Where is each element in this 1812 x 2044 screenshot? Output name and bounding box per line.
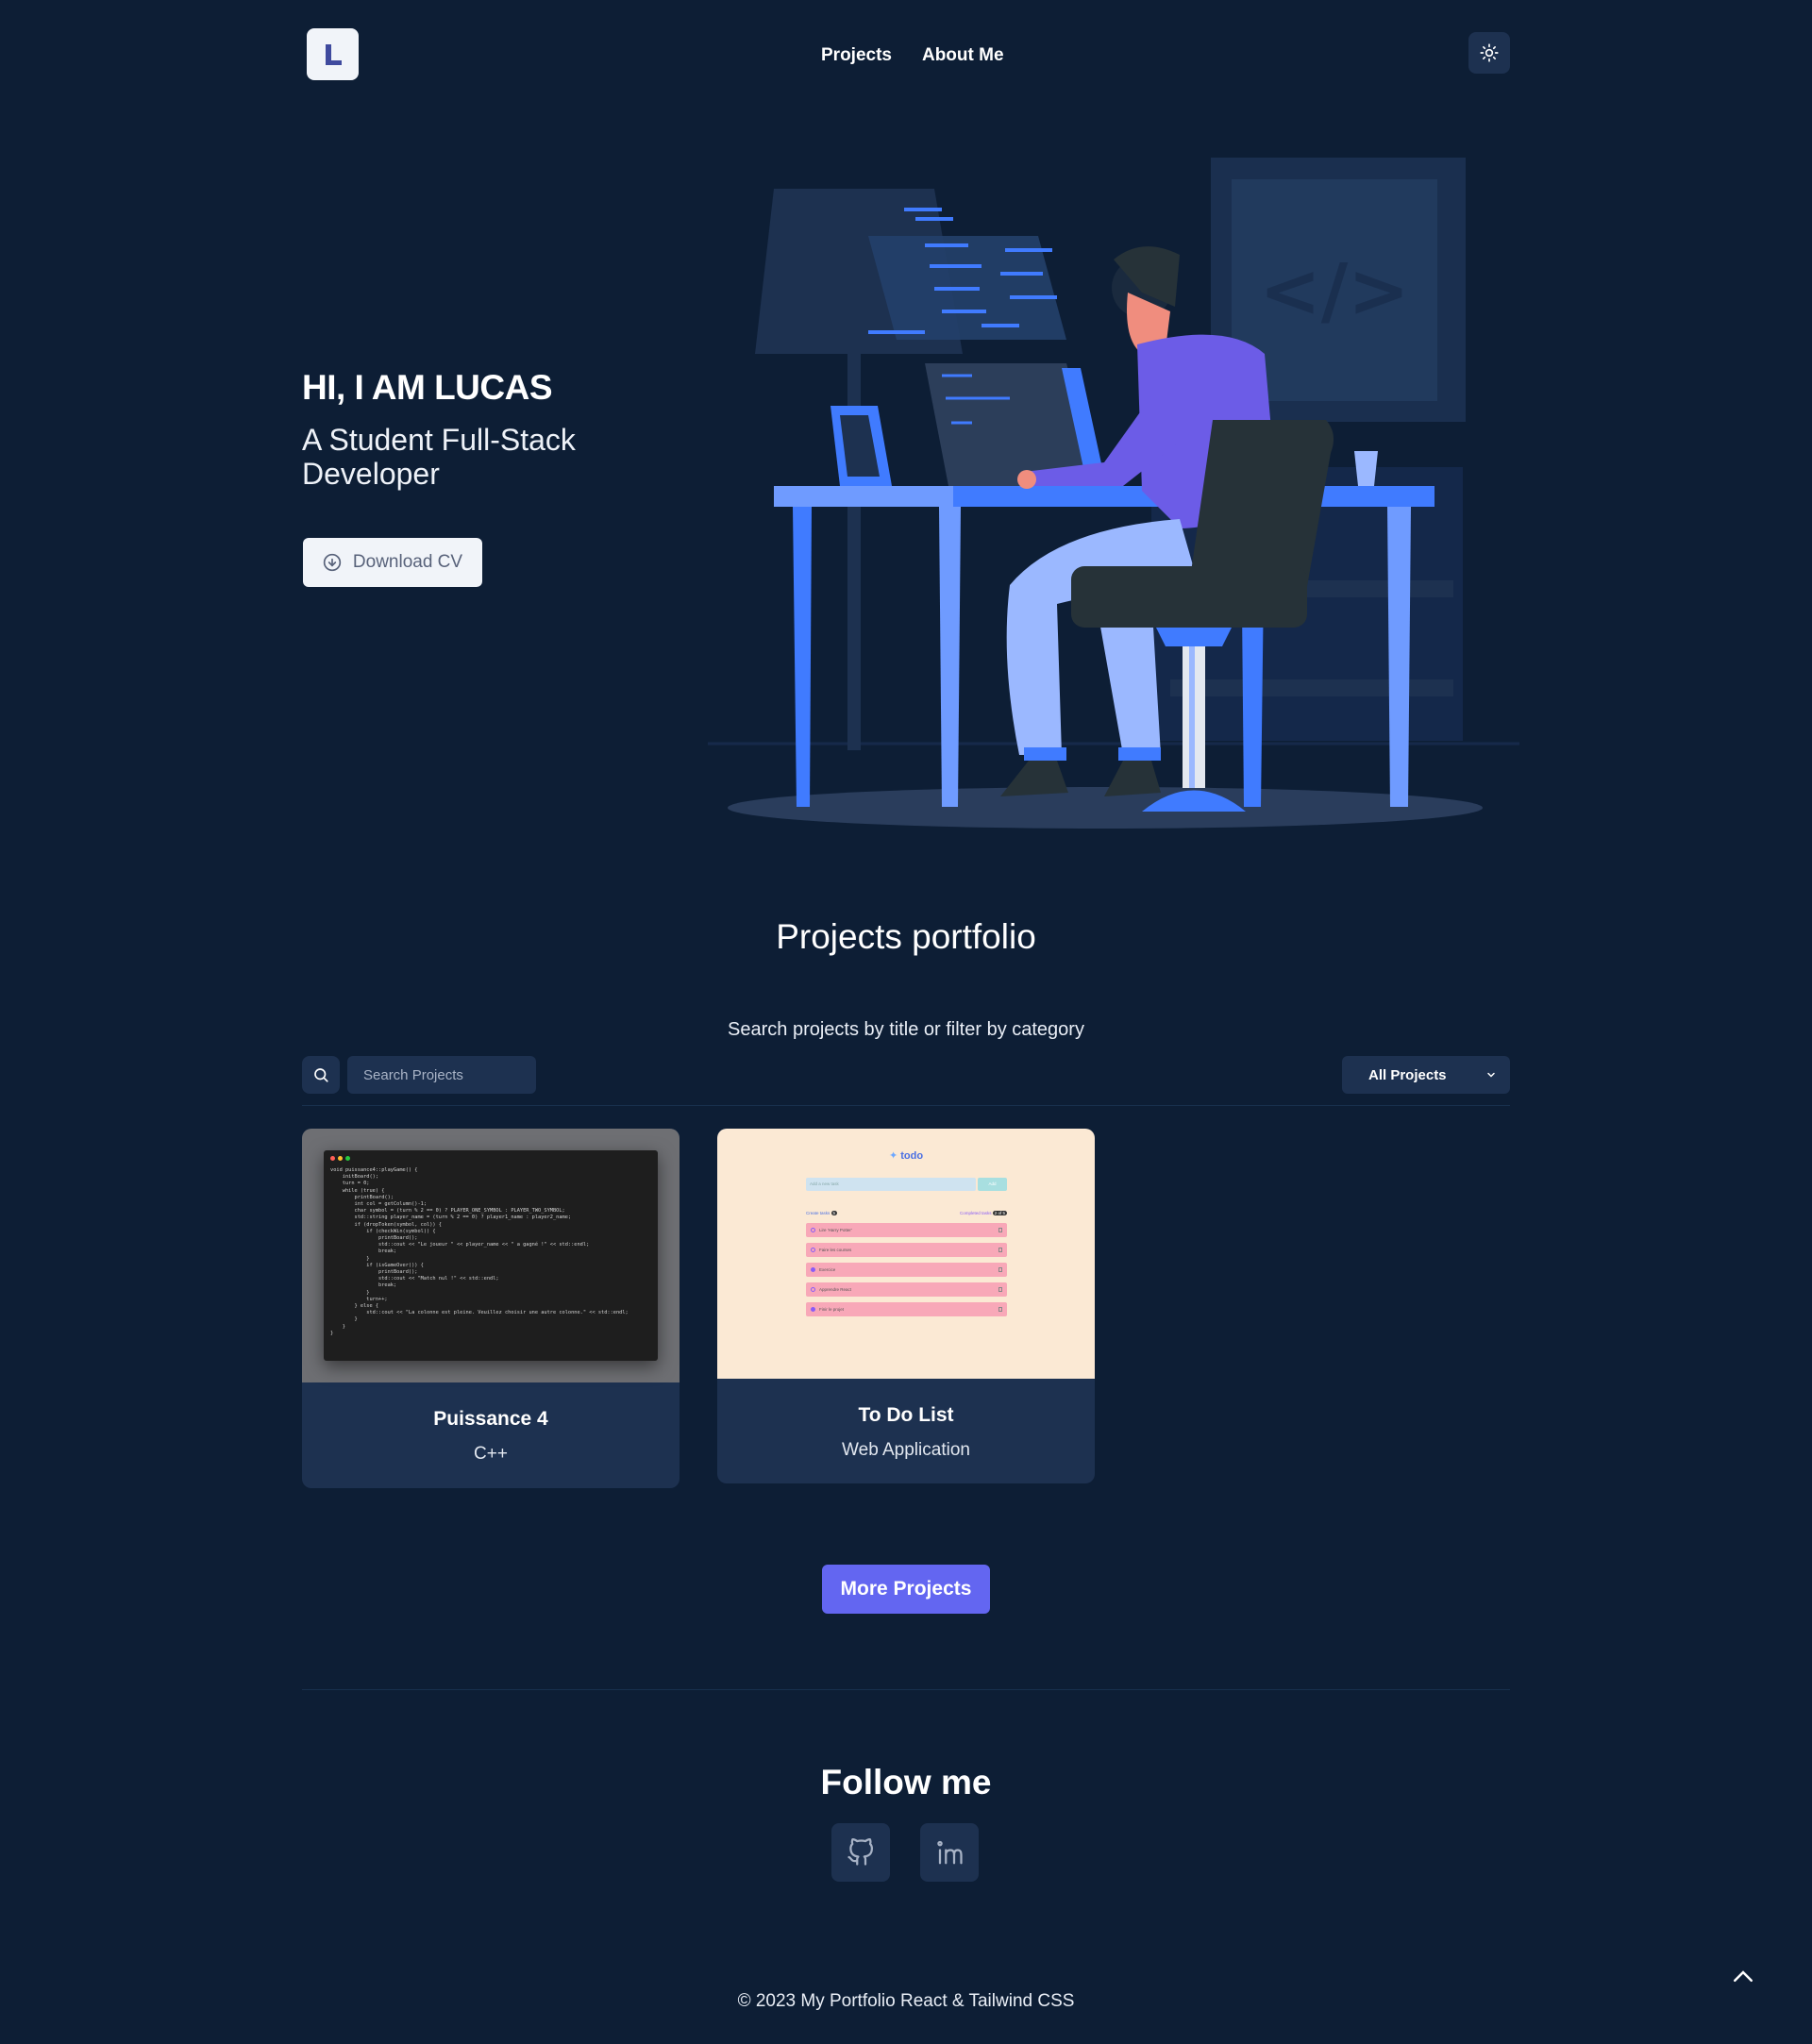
follow-me-title: Follow me: [820, 1763, 992, 1801]
download-cv-label: Download CV: [352, 552, 463, 572]
task-checkbox-icon: [811, 1287, 815, 1292]
trash-icon: [998, 1228, 1002, 1232]
code-line: break;: [330, 1248, 397, 1255]
projects-section-title: Projects portfolio: [776, 917, 1036, 956]
project-thumbnail: ✦ todo Add a new task Add Create tasks 5…: [717, 1129, 1095, 1379]
project-title: Puissance 4: [433, 1408, 548, 1430]
category-filter-select[interactable]: All Projects: [1342, 1056, 1510, 1094]
developer-illustration: </>: [708, 158, 1519, 829]
code-line: int col = getColumn()-1;: [330, 1201, 428, 1208]
project-card-puissance-4[interactable]: void puissance4::playGame() { initBoard(…: [302, 1129, 680, 1488]
code-line: turn = 0;: [330, 1181, 370, 1187]
footer-copyright: © 2023 My Portfolio React & Tailwind CSS: [737, 1991, 1075, 2011]
todo-task-item: Faire les courses: [806, 1243, 1007, 1257]
hero-title: HI, I AM LUCAS: [302, 368, 553, 407]
search-icon: [314, 1068, 328, 1082]
github-link[interactable]: [831, 1823, 890, 1882]
project-thumbnail: void puissance4::playGame() { initBoard(…: [302, 1129, 680, 1382]
nav-projects[interactable]: Projects: [821, 45, 892, 66]
todo-task-item: Finir le projet: [806, 1302, 1007, 1316]
divider: [302, 1689, 1510, 1690]
project-title: To Do List: [858, 1404, 954, 1426]
task-checkbox-icon: [811, 1248, 815, 1252]
task-checkbox-icon: [811, 1307, 815, 1312]
sun-icon: [1480, 43, 1499, 62]
code-line: while (true) {: [330, 1187, 385, 1194]
code-line: std::string player_name = (turn % 2 == 0…: [330, 1215, 572, 1221]
code-line: break;: [330, 1282, 397, 1289]
projects-description: Search projects by title or filter by ca…: [728, 1019, 1084, 1040]
todo-created-label: Create tasks 5: [806, 1211, 838, 1215]
scroll-to-top-button[interactable]: [1729, 1963, 1757, 1991]
code-line: initBoard();: [330, 1174, 379, 1181]
nav-about-me[interactable]: About Me: [922, 45, 1004, 66]
code-line: turn++;: [330, 1296, 388, 1302]
more-projects-button[interactable]: More Projects: [822, 1565, 990, 1614]
code-line: std::cout << "Match nul !" << std::endl;: [330, 1276, 499, 1282]
chevron-up-icon: [1734, 1970, 1753, 1982]
code-line: if (checkWin(symbol)) {: [330, 1228, 436, 1234]
todo-task-item: Lire 'Harry Potter': [806, 1223, 1007, 1237]
todo-task-list: Lire 'Harry Potter' Faire les courses Exer…: [806, 1223, 1007, 1322]
search-button[interactable]: [302, 1056, 340, 1094]
task-checkbox-icon: [811, 1267, 815, 1272]
download-cv-button[interactable]: Download CV: [303, 538, 482, 587]
window-controls: [330, 1156, 651, 1161]
project-category: C++: [474, 1444, 508, 1464]
trash-icon: [998, 1248, 1002, 1252]
trash-icon: [998, 1267, 1002, 1272]
hero-subtitle: A Student Full-Stack Developer: [302, 423, 576, 491]
linkedin-link[interactable]: [920, 1823, 979, 1882]
arrow-down-circle-icon: [323, 553, 342, 572]
trash-icon: [998, 1287, 1002, 1292]
project-category: Web Application: [842, 1440, 970, 1460]
logo[interactable]: [307, 28, 359, 80]
trash-icon: [998, 1307, 1002, 1312]
code-line: }: [330, 1323, 345, 1330]
task-checkbox-icon: [811, 1228, 815, 1232]
code-listing: void puissance4::playGame() { initBoard(…: [330, 1167, 651, 1337]
code-line: printBoard();: [330, 1194, 394, 1200]
code-symbol-text: </>: [1259, 249, 1409, 334]
code-line: std::cout << "La colonne est pleine. Veu…: [330, 1310, 629, 1316]
code-line: }: [330, 1330, 334, 1336]
github-icon: [847, 1838, 873, 1866]
task-label: Finir le projet: [819, 1307, 845, 1312]
search-input[interactable]: [347, 1056, 536, 1094]
code-window: void puissance4::playGame() { initBoard(…: [324, 1150, 658, 1361]
code-line: char symbol = (turn % 2 == 0) ? PLAYER_O…: [330, 1208, 565, 1215]
todo-completed-label: Completed tasks 2 of 5: [959, 1211, 1007, 1215]
logo-letter-icon: [325, 43, 342, 65]
theme-toggle-button[interactable]: [1468, 32, 1510, 74]
code-line: void puissance4::playGame() {: [330, 1167, 418, 1173]
todo-task-item: Apprendre React: [806, 1282, 1007, 1297]
todo-task-item: Exercice: [806, 1263, 1007, 1277]
todo-input: Add a new task: [806, 1178, 976, 1191]
code-line: }: [330, 1316, 358, 1323]
linkedin-icon: [937, 1840, 963, 1865]
main-nav: Projects About Me: [821, 45, 1004, 66]
chevron-down-icon: [1487, 1072, 1495, 1078]
todo-add-button: Add: [978, 1178, 1007, 1191]
todo-app-name: ✦ todo: [888, 1150, 924, 1162]
code-line: printBoard();: [330, 1269, 418, 1276]
task-label: Faire les courses: [819, 1248, 852, 1252]
code-line: }: [330, 1289, 370, 1296]
task-label: Lire 'Harry Potter': [819, 1228, 852, 1232]
code-line: if (isGameOver()) {: [330, 1262, 424, 1268]
code-line: }: [330, 1255, 370, 1262]
code-line: std::cout << "Le joueur " << player_name…: [330, 1242, 590, 1248]
code-line: } else {: [330, 1303, 379, 1310]
task-label: Apprendre React: [819, 1287, 852, 1292]
rocket-icon: ✦: [888, 1150, 898, 1162]
code-line: if (dropToken(symbol, col)) {: [330, 1221, 443, 1228]
filter-selected-label: All Projects: [1368, 1066, 1447, 1083]
task-label: Exercice: [819, 1267, 836, 1272]
project-card-to-do-list[interactable]: ✦ todo Add a new task Add Create tasks 5…: [717, 1129, 1095, 1483]
divider: [302, 1105, 1510, 1106]
